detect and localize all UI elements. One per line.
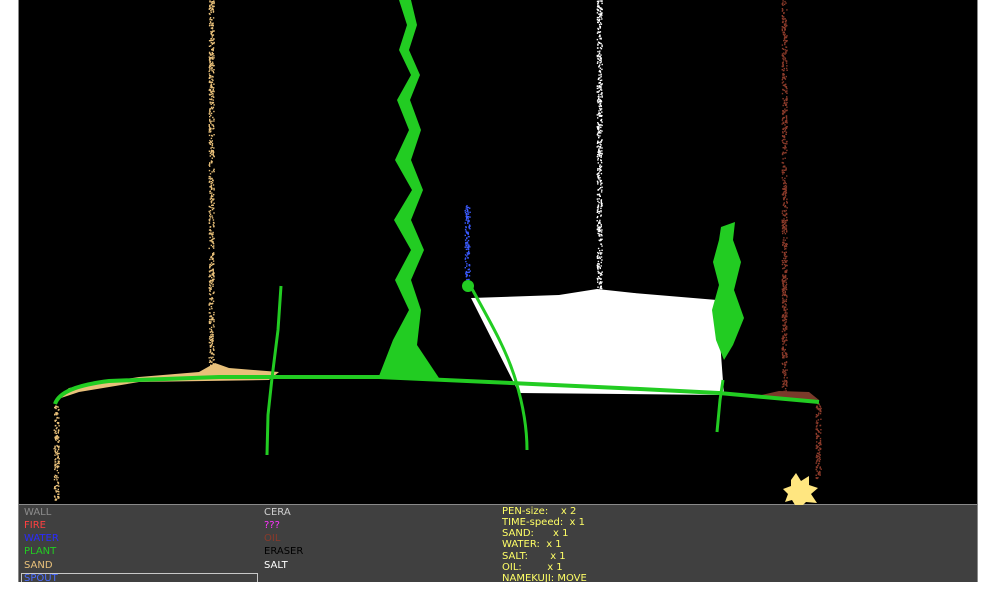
element-plant[interactable]: PLANT <box>24 545 56 558</box>
plant-tall-stem <box>379 0 439 378</box>
sand-stream <box>208 0 215 366</box>
oil-rate-readout[interactable]: OIL: x 1 <box>502 562 563 573</box>
namekuji-readout[interactable]: NAMEKUJI: MOVE <box>502 573 587 582</box>
simulation-field[interactable] <box>18 0 978 505</box>
element-wall[interactable]: WALL <box>24 506 51 519</box>
salt-pile <box>471 289 724 395</box>
element-fire[interactable]: FIRE <box>24 519 46 532</box>
pen-size-readout[interactable]: PEN-size: x 2 <box>502 506 576 517</box>
control-panel: WALL FIRE WATER PLANT SAND SPOUT CERA ??… <box>18 505 978 585</box>
sand-drip-left <box>53 405 60 501</box>
sand-pile <box>55 363 279 400</box>
plant-stalk-left <box>265 285 283 456</box>
material-piles <box>55 289 819 400</box>
salt-rate-readout[interactable]: SALT: x 1 <box>502 551 566 562</box>
window-bottom-strip <box>0 582 998 590</box>
game-window: WALL FIRE WATER PLANT SAND SPOUT CERA ??… <box>0 0 998 590</box>
element-salt[interactable]: SALT <box>264 559 288 572</box>
particle-streams <box>53 0 822 501</box>
element-eraser[interactable]: ERASER <box>264 545 303 558</box>
salt-stream <box>596 0 603 292</box>
fire-burst <box>783 473 818 505</box>
time-speed-readout[interactable]: TIME-speed: x 1 <box>502 517 585 528</box>
sim-canvas[interactable] <box>19 0 977 505</box>
element-cera[interactable]: CERA <box>264 506 291 519</box>
element-oil[interactable]: OIL <box>264 532 280 545</box>
plant-bud <box>462 280 474 292</box>
element-sand[interactable]: SAND <box>24 559 53 572</box>
sand-rate-readout[interactable]: SAND: x 1 <box>502 528 568 539</box>
oil-stream <box>781 0 788 394</box>
plant-right-bush <box>712 222 744 360</box>
oil-drip-right <box>815 402 822 480</box>
element-unknown[interactable]: ??? <box>264 519 280 532</box>
water-stream <box>464 205 471 285</box>
water-rate-readout[interactable]: WATER: x 1 <box>502 539 562 550</box>
element-water[interactable]: WATER <box>24 532 59 545</box>
